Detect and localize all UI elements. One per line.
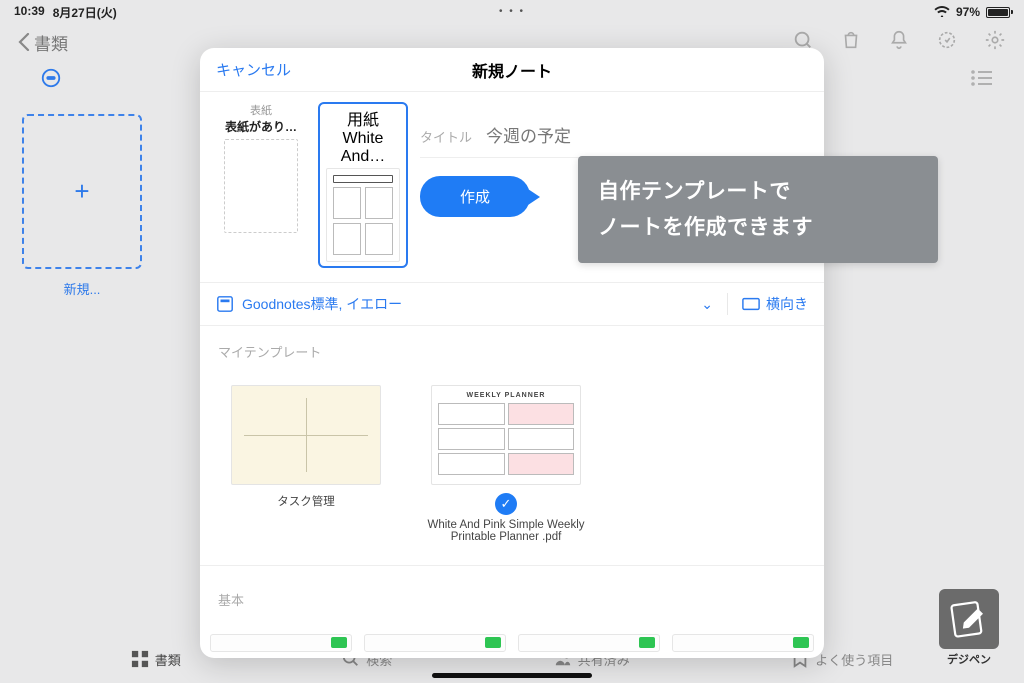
title-value[interactable]: 今週の予定 — [486, 122, 808, 147]
template-name: White And Pink Simple Weekly Printable P… — [426, 519, 586, 543]
orientation-selector[interactable]: 横向き — [742, 294, 808, 314]
status-date: 8月27日(火) — [53, 4, 117, 21]
title-input-row[interactable]: タイトル 今週の予定 — [420, 116, 808, 158]
new-note-label: 新規... — [22, 279, 142, 298]
chevron-down-icon: ⌄ — [701, 296, 713, 313]
multitask-dots: • • • — [499, 6, 525, 17]
template-chip[interactable] — [672, 634, 814, 652]
template-chip[interactable] — [364, 634, 506, 652]
template-item-weekly[interactable]: WEEKLY PLANNER ✓ White And Pink Simple W… — [426, 385, 586, 543]
template-chip[interactable] — [210, 634, 352, 652]
status-time: 10:39 — [14, 4, 45, 21]
sync-icon[interactable] — [936, 29, 958, 56]
back-label: 書類 — [34, 30, 68, 55]
brand-badge: デジペン — [932, 589, 1006, 667]
annotation-bubble: 自作テンプレートで ノートを作成できます — [578, 156, 938, 263]
template-thumb — [231, 385, 381, 485]
bag-icon[interactable] — [840, 29, 862, 56]
battery-icon — [986, 7, 1010, 18]
paper-picker[interactable]: 用紙 White And… — [318, 102, 408, 268]
template-name: タスク管理 — [226, 493, 386, 509]
tab-docs[interactable]: 書類 — [131, 650, 181, 669]
paper-thumb — [326, 168, 400, 262]
basic-templates-row — [210, 634, 814, 652]
brand-icon — [939, 589, 999, 649]
gear-icon[interactable] — [984, 29, 1006, 56]
cancel-button[interactable]: キャンセル — [216, 59, 291, 80]
cover-thumb — [224, 139, 298, 233]
template-chip[interactable] — [518, 634, 660, 652]
paper-style-selector[interactable]: Goodnotes標準, イエロー — [216, 294, 687, 314]
status-bar: 10:39 8月27日(火) • • • 97% — [0, 0, 1024, 22]
wifi-icon — [934, 5, 950, 20]
create-button[interactable]: 作成 — [420, 176, 530, 217]
new-note-card[interactable]: + — [22, 114, 142, 269]
bell-icon[interactable] — [888, 29, 910, 56]
new-note-modal: キャンセル 新規ノート 表紙 表紙があり… 用紙 White And… タイトル… — [200, 48, 824, 658]
my-templates-heading: マイテンプレート — [200, 326, 824, 367]
battery-pct: 97% — [956, 5, 980, 19]
modal-title: 新規ノート — [472, 58, 552, 82]
list-view-icon[interactable] — [970, 69, 994, 92]
view-toggle-icon[interactable] — [40, 67, 62, 94]
template-item-task[interactable]: タスク管理 — [226, 385, 386, 543]
orientation-icon — [742, 297, 760, 311]
template-icon — [216, 295, 234, 313]
basic-heading: 基本 — [200, 565, 824, 615]
title-label: タイトル — [420, 127, 472, 146]
brand-text: デジペン — [932, 651, 1006, 667]
home-indicator[interactable] — [432, 673, 592, 678]
template-thumb: WEEKLY PLANNER — [431, 385, 581, 485]
back-button[interactable]: 書類 — [18, 30, 68, 55]
selected-check-icon: ✓ — [495, 493, 517, 515]
cover-picker[interactable]: 表紙 表紙があり… — [216, 102, 306, 233]
